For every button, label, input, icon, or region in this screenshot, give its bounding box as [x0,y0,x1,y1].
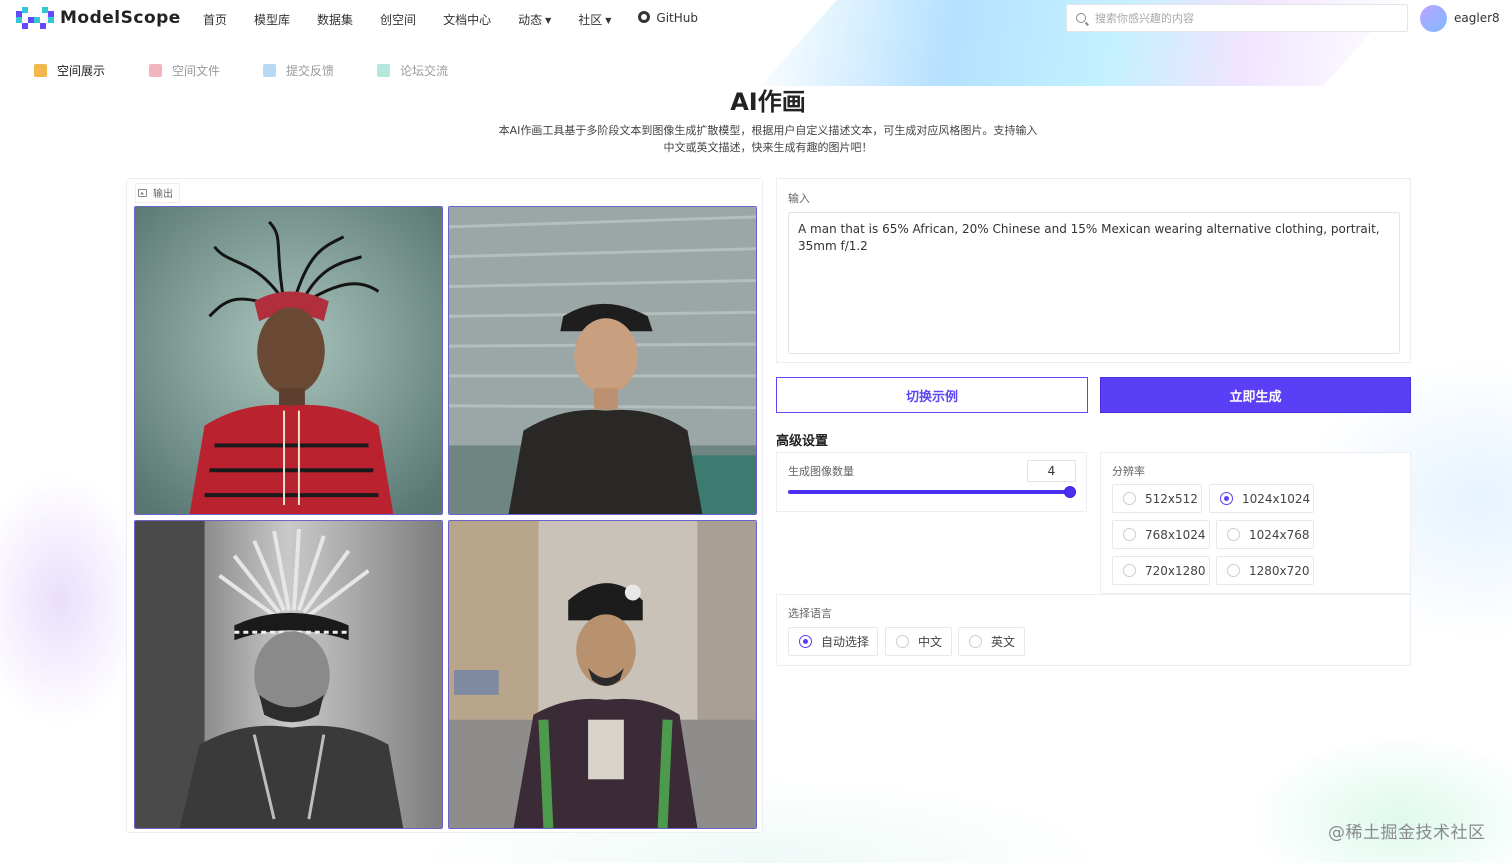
resolution-option-label: 1024x768 [1249,527,1310,542]
modelscope-logo-icon [16,7,54,29]
chat-icon [377,64,390,77]
resolution-option[interactable]: 512x512 [1112,484,1202,513]
language-label: 选择语言 [788,607,832,620]
nav-home[interactable]: 首页 [203,11,227,28]
caret-down-icon: ▼ [545,16,552,25]
nav-github-label: GitHub [656,11,699,25]
resolution-option[interactable]: 768x1024 [1112,520,1210,549]
nav-datasets[interactable]: 数据集 [317,11,353,28]
image-count-label: 生成图像数量 [788,465,854,478]
resolution-option-label: 1280x720 [1249,563,1310,578]
resolution-option-label: 768x1024 [1145,527,1206,542]
input-label: 输入 [788,192,810,205]
top-navbar: ModelScope 首页 模型库 数据集 创空间 文档中心 动态 ▼ 社区 ▼ G… [0,0,1512,86]
generate-button[interactable]: 立即生成 [1100,377,1411,413]
tab-label: 空间文件 [172,64,221,78]
resolution-option-label: 720x1280 [1145,563,1206,578]
image-count-panel: 生成图像数量 4 [776,452,1087,512]
file-icon [149,64,162,77]
cube-icon [34,64,47,77]
language-option[interactable]: 英文 [958,627,1025,656]
tab-label: 提交反馈 [286,64,335,78]
nav-news[interactable]: 动态 ▼ [518,11,551,28]
avatar[interactable] [1420,5,1447,32]
tab-space-showcase[interactable]: 空间展示 [34,62,105,79]
tab-label: 论坛交流 [400,64,449,78]
nav-models[interactable]: 模型库 [254,11,290,28]
image-icon [138,188,147,197]
resolution-panel: 分辨率 512x512 1024x1024 768x1024 1024x768 … [1100,452,1411,594]
radio-checked-icon [1220,492,1233,505]
radio-icon [1227,528,1240,541]
resolution-option[interactable]: 720x1280 [1112,556,1210,585]
language-option-label: 英文 [991,635,1016,649]
nav-news-label: 动态 [518,13,543,27]
image-count-input[interactable]: 4 [1027,460,1076,482]
language-option-label: 中文 [918,635,943,649]
search-box [1066,4,1408,32]
prompt-textarea[interactable]: A man that is 65% African, 20% Chinese a… [788,212,1400,354]
page-title: AI作画 [730,88,806,116]
watermark: @稀土掘金技术社区 [1328,823,1486,843]
language-option-label: 自动选择 [821,635,870,649]
tab-feedback[interactable]: 提交反馈 [263,62,334,79]
main-nav: 首页 模型库 数据集 创空间 文档中心 动态 ▼ 社区 ▼ GitHub [203,11,725,28]
radio-icon [1123,492,1136,505]
nav-docs[interactable]: 文档中心 [443,11,491,28]
advanced-settings-title: 高级设置 [776,434,829,449]
caret-down-icon: ▼ [605,16,612,25]
resolution-option[interactable]: 1024x1024 [1209,484,1314,513]
nav-community[interactable]: 社区 ▼ [578,11,611,28]
output-image-2[interactable] [448,206,757,515]
page-description: 本AI作画工具基于多阶段文本到图像生成扩散模型，根据用户自定义描述文本，可生成对… [486,122,1050,156]
tab-forum[interactable]: 论坛交流 [377,62,448,79]
resolution-option-label: 512x512 [1145,491,1198,506]
github-icon [638,11,651,23]
radio-icon [1123,564,1136,577]
language-panel: 选择语言 自动选择 中文 英文 [776,594,1411,666]
radio-checked-icon [799,635,812,648]
input-panel: 输入 A man that is 65% African, 20% Chines… [776,178,1411,363]
image-count-slider-thumb[interactable] [1064,486,1076,498]
switch-example-button[interactable]: 切换示例 [776,377,1088,413]
resolution-option[interactable]: 1280x720 [1216,556,1314,585]
image-count-slider-track[interactable] [788,490,1075,494]
resolution-option-label: 1024x1024 [1242,491,1311,506]
output-panel: 输出 [126,178,763,833]
nav-github[interactable]: GitHub [638,11,698,28]
username[interactable]: eagler8 [1454,11,1500,25]
radio-icon [969,635,982,648]
radio-icon [1227,564,1240,577]
logo[interactable]: ModelScope [16,7,181,29]
resolution-label: 分辨率 [1112,465,1145,478]
tab-label: 空间展示 [57,64,106,78]
search-icon [1076,13,1086,23]
logo-text: ModelScope [60,8,181,28]
output-label: 输出 [135,183,180,203]
nav-studios[interactable]: 创空间 [380,11,416,28]
resolution-option[interactable]: 1024x768 [1216,520,1314,549]
language-option[interactable]: 中文 [885,627,952,656]
search-input[interactable] [1095,11,1385,25]
radio-icon [1123,528,1136,541]
description-line: 本AI作画工具基于多阶段文本到图像生成扩散模型，根据用户自定义描述文本，可生成对… [498,124,1038,137]
language-option[interactable]: 自动选择 [788,627,878,656]
description-line: 中文或英文描述，快来生成有趣的图片吧！ [663,141,873,154]
nav-community-label: 社区 [578,13,603,27]
output-label-text: 输出 [153,189,173,200]
tab-space-files[interactable]: 空间文件 [149,62,220,79]
radio-icon [896,635,909,648]
output-image-4[interactable] [448,520,757,829]
output-image-3[interactable] [134,520,443,829]
edit-icon [263,64,276,77]
output-image-1[interactable] [134,206,443,515]
